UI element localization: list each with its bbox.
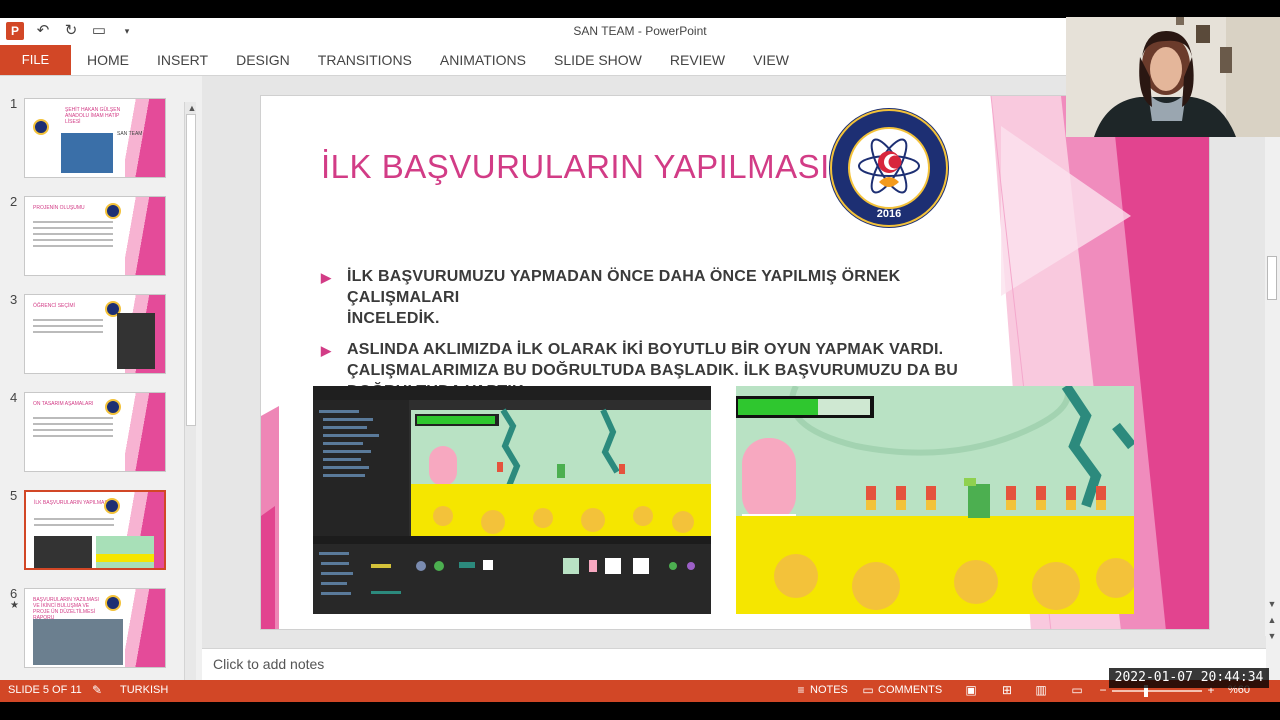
thumbnail-subtitle: SAN TEAM bbox=[117, 131, 143, 137]
tab-file[interactable]: FILE bbox=[0, 44, 71, 75]
editor-scroll-thumb[interactable] bbox=[1267, 256, 1277, 300]
slide-number: 1 bbox=[10, 96, 18, 111]
tab-view[interactable]: VIEW bbox=[753, 52, 789, 68]
slide-indicator: SLIDE 5 OF 11 bbox=[8, 684, 82, 696]
slide-thumbnail-row: 5 İLK BAŞVURULARIN YAPILMASI bbox=[0, 488, 182, 572]
emblem-year: 2016 bbox=[876, 208, 902, 220]
notes-icon[interactable]: ≡ bbox=[794, 683, 808, 697]
zoom-slider[interactable] bbox=[1112, 690, 1202, 692]
slide-number: 6 bbox=[10, 586, 18, 601]
slide-thumbnail-2[interactable]: PROJENİN OLUŞUMU bbox=[24, 196, 166, 276]
slide-thumbnail-6[interactable]: BAŞVURULARIN YAZILMASI VE İKİNCİ BULUŞMA… bbox=[24, 588, 166, 668]
slide-thumbnail-row: 4 ON TASARIM AŞAMALARI bbox=[0, 390, 182, 474]
notes-pane[interactable]: Click to add notes bbox=[202, 648, 1266, 680]
notes-button[interactable]: NOTES bbox=[810, 684, 848, 696]
thumbnail-title: PROJENİN OLUŞUMU bbox=[33, 205, 85, 211]
slide-number: 3 bbox=[10, 292, 18, 307]
normal-view-icon[interactable]: ▣ bbox=[964, 683, 978, 697]
thumbnail-photo bbox=[96, 536, 154, 568]
letterbox-bottom bbox=[0, 702, 1280, 720]
slide-thumbnail-5[interactable]: İLK BAŞVURULARIN YAPILMASI bbox=[24, 490, 166, 570]
thumbnail-photo bbox=[61, 133, 113, 173]
slide-thumbnail-row: 6 ★ BAŞVURULARIN YAZILMASI VE İKİNCİ BUL… bbox=[0, 586, 182, 670]
thumbnail-title: BAŞVURULARIN YAZILMASI VE İKİNCİ BULUŞMA… bbox=[33, 597, 99, 621]
slide-thumbnail-3[interactable]: ÖĞRENCİ SEÇİMİ bbox=[24, 294, 166, 374]
video-timestamp: 2022-01-07 20:44:34 bbox=[1109, 668, 1269, 688]
slide-editor: İLK BAŞVURULARIN YAPILMASI 2016 ▶ İLK BA… bbox=[202, 76, 1266, 648]
current-slide[interactable]: İLK BAŞVURULARIN YAPILMASI 2016 ▶ İLK BA… bbox=[260, 95, 1210, 630]
game-editor-image bbox=[313, 386, 711, 614]
language-indicator[interactable]: TURKISH bbox=[120, 684, 168, 696]
school-emblem-icon bbox=[104, 498, 120, 514]
slide-thumbnail-row: 1 ŞEHİT HAKAN GÜLŞEN ANADOLU İMAM HATİP … bbox=[0, 96, 182, 180]
school-emblem-icon bbox=[105, 203, 121, 219]
slide-thumbnail-1[interactable]: ŞEHİT HAKAN GÜLŞEN ANADOLU İMAM HATİP Lİ… bbox=[24, 98, 166, 178]
slide-number: 2 bbox=[10, 194, 18, 209]
tab-slide-show[interactable]: SLIDE SHOW bbox=[554, 52, 642, 68]
slide-thumbnail-4[interactable]: ON TASARIM AŞAMALARI bbox=[24, 392, 166, 472]
bullet-line: ASLINDA AKLIMIZDA İLK OLARAK İKİ BOYUTLU… bbox=[347, 341, 944, 358]
slide-thumbnails-pane: 1 ŞEHİT HAKAN GÜLŞEN ANADOLU İMAM HATİP … bbox=[0, 76, 200, 692]
school-emblem-icon bbox=[33, 119, 49, 135]
reading-view-icon[interactable]: ▥ bbox=[1034, 683, 1048, 697]
thumbnail-title: ON TASARIM AŞAMALARI bbox=[33, 401, 94, 407]
next-slide-icon[interactable]: ▼ bbox=[1266, 630, 1278, 642]
bullet-line: İNCELEDİK. bbox=[347, 310, 440, 327]
tab-insert[interactable]: INSERT bbox=[157, 52, 208, 68]
school-emblem-icon bbox=[105, 399, 121, 415]
zoom-out-icon[interactable]: − bbox=[1096, 683, 1110, 697]
thumbnail-title: ÖĞRENCİ SEÇİMİ bbox=[33, 303, 75, 309]
presenter-video bbox=[1066, 17, 1280, 137]
gameplay-screenshot[interactable] bbox=[736, 386, 1134, 614]
scroll-down-icon[interactable]: ▼ bbox=[1266, 598, 1278, 610]
slide-number: 4 bbox=[10, 390, 18, 405]
thumbnails-scrollbar[interactable]: ▲ ▼ bbox=[184, 102, 196, 692]
comments-button[interactable]: COMMENTS bbox=[878, 684, 942, 696]
letterbox-top bbox=[0, 0, 1280, 18]
game-editor-screenshot[interactable] bbox=[313, 386, 711, 614]
notes-placeholder[interactable]: Click to add notes bbox=[213, 656, 324, 672]
bullet-line: İLK BAŞVURUMUZU YAPMADAN ÖNCE DAHA ÖNCE … bbox=[347, 268, 901, 306]
status-bar: SLIDE 5 OF 11 ✎ TURKISH ≡ NOTES ▭ COMMEN… bbox=[0, 680, 1280, 702]
animation-star-icon: ★ bbox=[10, 600, 19, 611]
bullet-line: ÇALIŞMALARIMIZA BU DOĞRULTUDA BAŞLADIK. … bbox=[347, 362, 958, 379]
webcam-overlay bbox=[1066, 17, 1280, 137]
tab-home[interactable]: HOME bbox=[87, 52, 129, 68]
comments-icon[interactable]: ▭ bbox=[861, 683, 875, 697]
tab-transitions[interactable]: TRANSITIONS bbox=[318, 52, 412, 68]
thumbnail-photo bbox=[117, 313, 155, 369]
bullet-arrow-icon: ▶ bbox=[321, 270, 332, 285]
tab-animations[interactable]: ANIMATIONS bbox=[440, 52, 526, 68]
slide-thumbnail-row: 3 ÖĞRENCİ SEÇİMİ bbox=[0, 292, 182, 376]
previous-slide-icon[interactable]: ▲ bbox=[1266, 614, 1278, 626]
tab-review[interactable]: REVIEW bbox=[670, 52, 725, 68]
slide-title[interactable]: İLK BAŞVURULARIN YAPILMASI bbox=[321, 148, 830, 186]
slide-sorter-icon[interactable]: ⊞ bbox=[1000, 683, 1014, 697]
thumbnails-scroll-thumb[interactable] bbox=[186, 114, 196, 426]
thumbnail-title: İLK BAŞVURULARIN YAPILMASI bbox=[34, 500, 110, 506]
gameplay-image bbox=[736, 386, 1134, 614]
bullet-item: ▶ İLK BAŞVURUMUZU YAPMADAN ÖNCE DAHA ÖNC… bbox=[321, 266, 981, 329]
thumbnail-title: ŞEHİT HAKAN GÜLŞEN ANADOLU İMAM HATİP Lİ… bbox=[65, 107, 121, 125]
school-emblem-icon bbox=[105, 595, 121, 611]
scroll-up-icon[interactable]: ▲ bbox=[186, 102, 198, 114]
slide-number: 5 bbox=[10, 488, 18, 503]
slideshow-view-icon[interactable]: ▭ bbox=[1070, 683, 1084, 697]
spelling-check-icon[interactable]: ✎ bbox=[90, 683, 104, 697]
thumbnail-photo bbox=[33, 619, 123, 665]
thumbnail-photo bbox=[34, 536, 92, 568]
bullet-arrow-icon: ▶ bbox=[321, 343, 332, 358]
slide-thumbnail-row: 2 PROJENİN OLUŞUMU bbox=[0, 194, 182, 278]
tab-design[interactable]: DESIGN bbox=[236, 52, 290, 68]
editor-scrollbar[interactable]: ▼ ▲ ▼ bbox=[1265, 76, 1279, 641]
